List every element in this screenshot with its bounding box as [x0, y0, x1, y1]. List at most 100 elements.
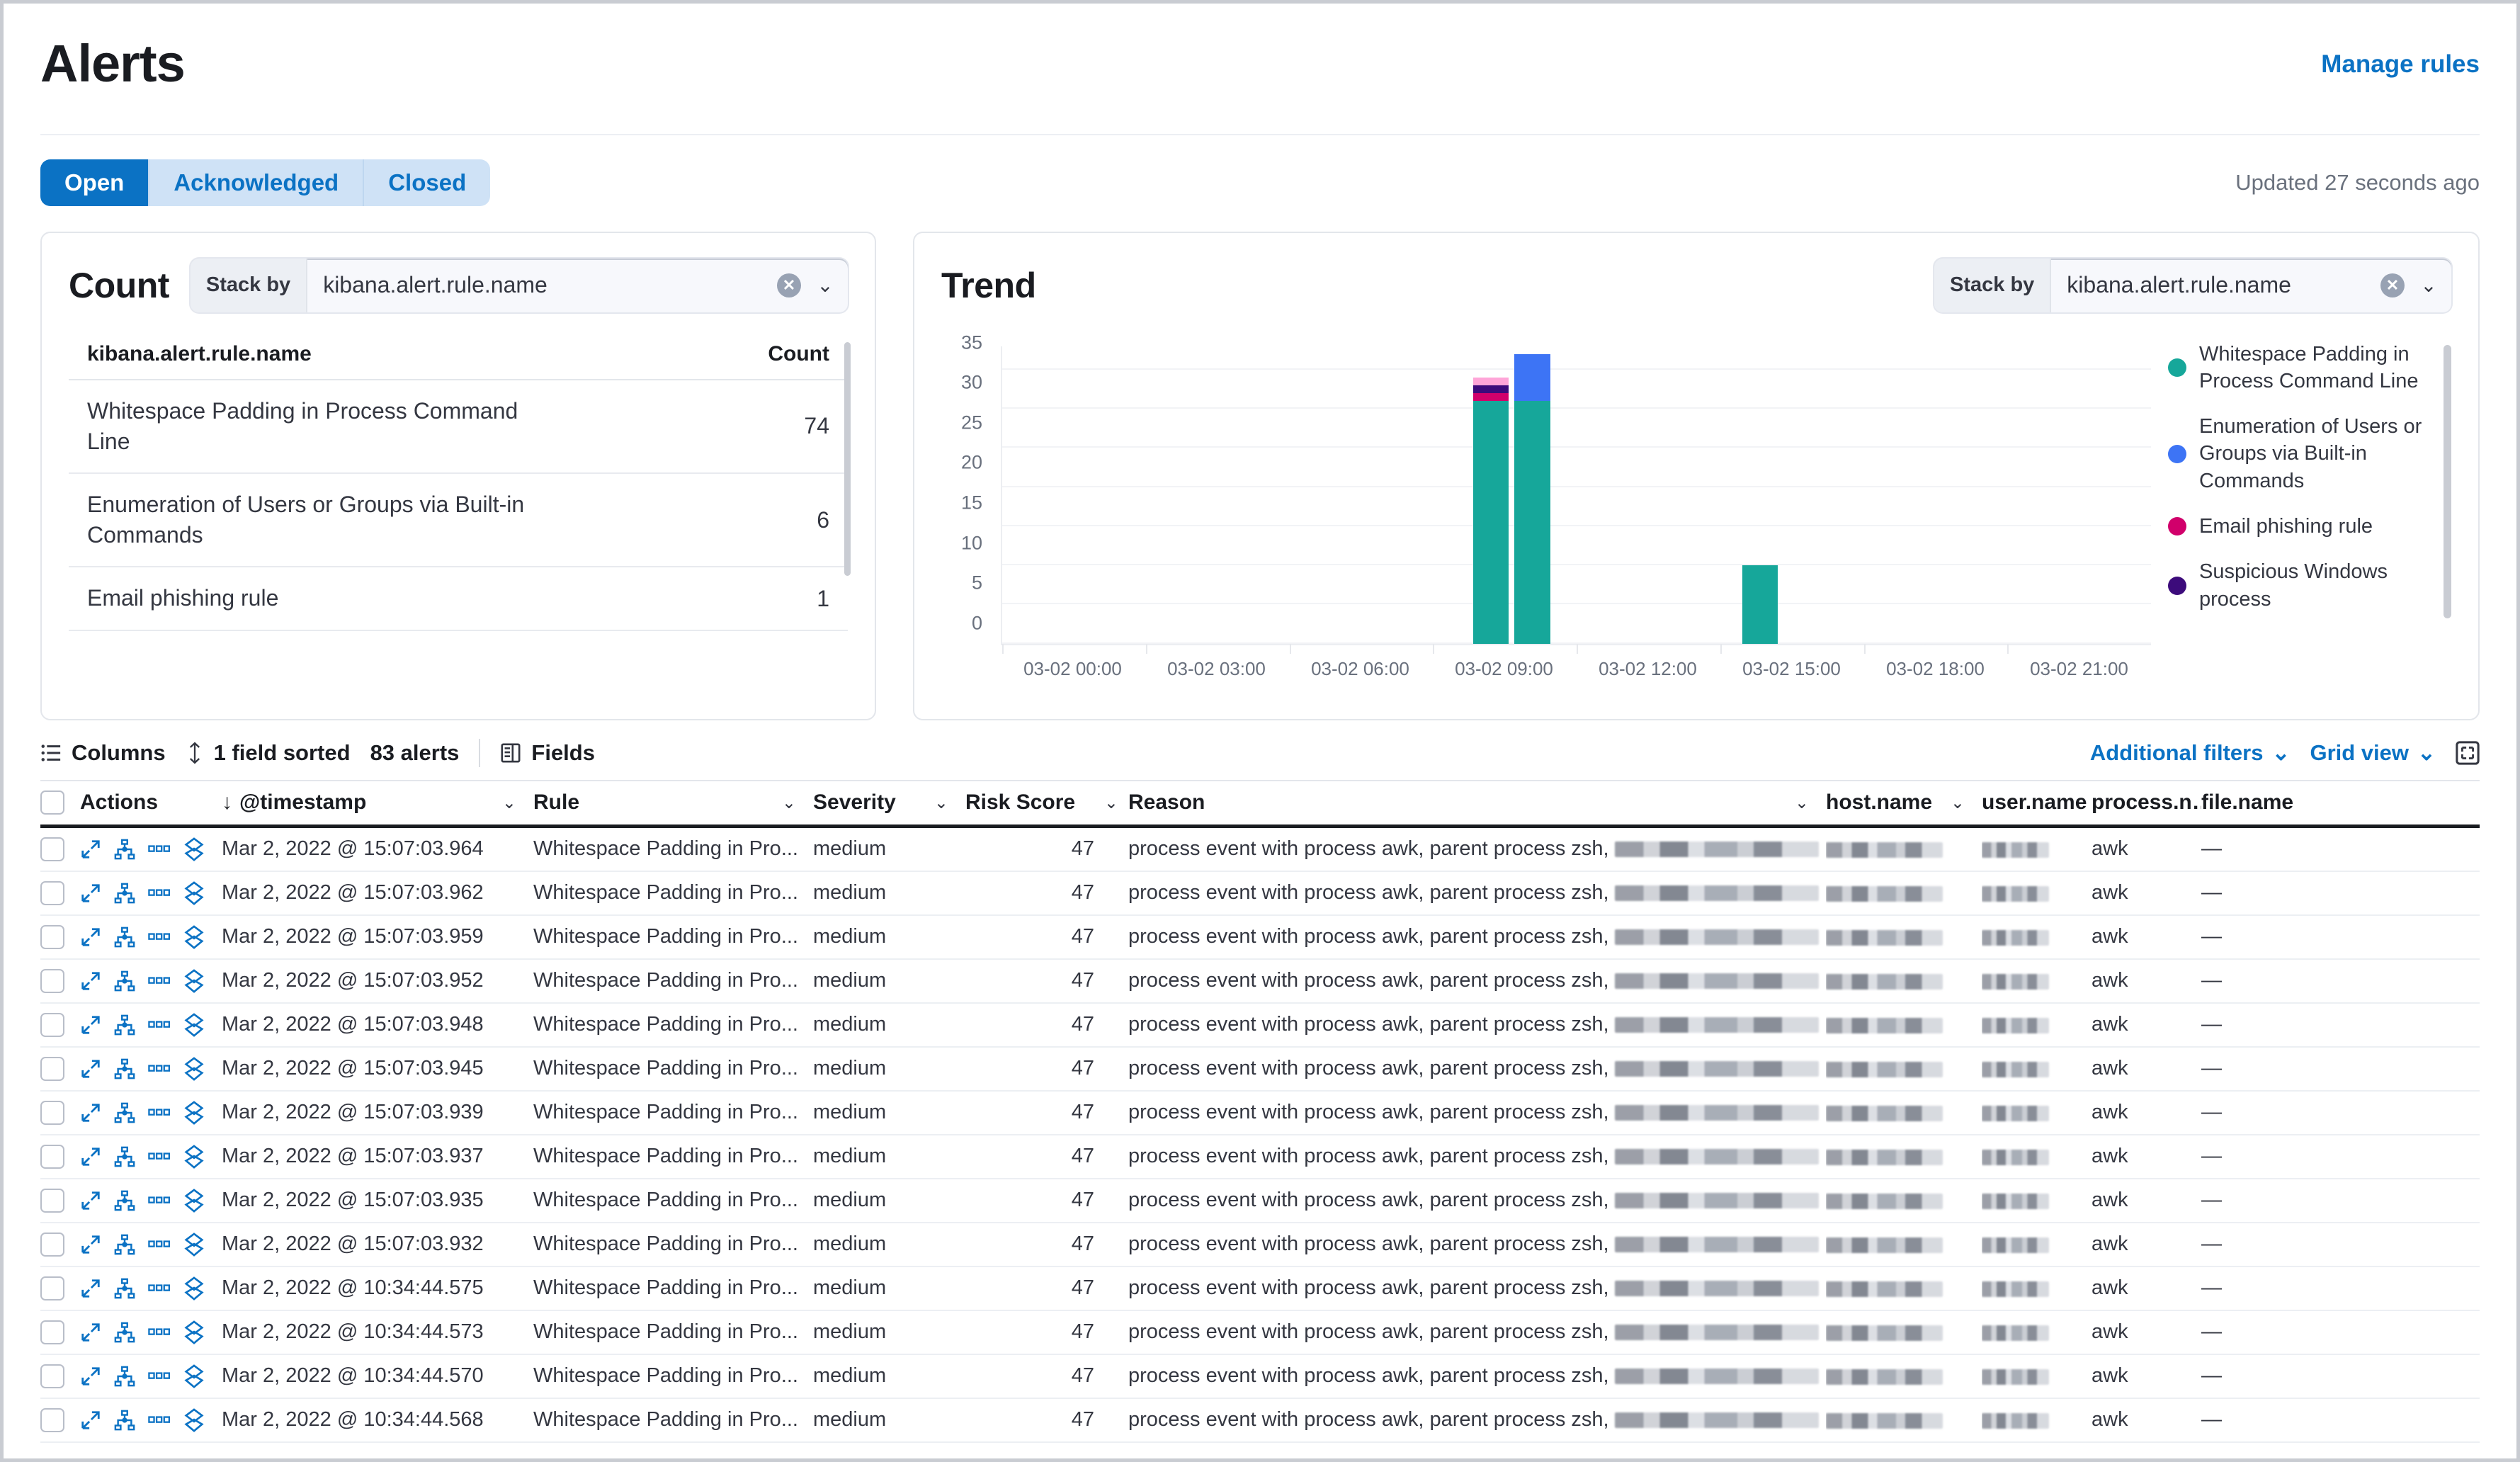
chevron-down-icon[interactable]: ⌄: [811, 273, 839, 297]
expand-icon[interactable]: [80, 1322, 101, 1343]
row-select-checkbox[interactable]: [40, 1232, 64, 1257]
table-row[interactable]: Mar 2, 2022 @ 15:07:03.937 Whitespace Pa…: [40, 1135, 2480, 1179]
row-select-checkbox[interactable]: [40, 1276, 64, 1300]
more-actions-icon[interactable]: [148, 931, 171, 944]
trend-stack-by-value[interactable]: kibana.alert.rule.name: [2051, 272, 2380, 298]
expand-icon[interactable]: [80, 1146, 101, 1167]
count-table-row[interactable]: Whitespace Padding in Process Command Li…: [69, 380, 848, 475]
chevron-down-icon[interactable]: ⌄: [2414, 273, 2443, 297]
status-filter-closed[interactable]: Closed: [364, 159, 490, 206]
legend-item[interactable]: Whitespace Padding in Process Command Li…: [2168, 341, 2433, 395]
legend-scrollbar[interactable]: [2444, 344, 2451, 618]
manage-rules-link[interactable]: Manage rules: [2321, 50, 2480, 79]
more-actions-icon[interactable]: [148, 1326, 171, 1339]
sort-button[interactable]: 1 field sorted: [186, 740, 351, 766]
more-actions-icon[interactable]: [148, 1062, 171, 1075]
chart-bar-segment[interactable]: [1742, 565, 1778, 644]
expand-icon[interactable]: [80, 1102, 101, 1123]
header-host-name[interactable]: host.name ⌄: [1826, 790, 1982, 815]
more-actions-icon[interactable]: [148, 843, 171, 856]
status-filter-acknowledged[interactable]: Acknowledged: [149, 159, 365, 206]
analyzer-icon[interactable]: [114, 1146, 135, 1167]
count-table-scrollbar[interactable]: [844, 341, 851, 576]
chevron-down-icon[interactable]: ⌄: [1795, 793, 1819, 813]
row-select-checkbox[interactable]: [40, 1100, 64, 1125]
table-row[interactable]: Mar 2, 2022 @ 10:34:44.573 Whitespace Pa…: [40, 1311, 2480, 1355]
session-view-icon[interactable]: [183, 1407, 205, 1432]
more-actions-icon[interactable]: [148, 1106, 171, 1119]
expand-icon[interactable]: [80, 1058, 101, 1080]
row-select-checkbox[interactable]: [40, 1407, 64, 1432]
session-view-icon[interactable]: [183, 1056, 205, 1081]
count-table-row[interactable]: Email phishing rule 1: [69, 567, 848, 631]
analyzer-icon[interactable]: [114, 926, 135, 948]
expand-icon[interactable]: [80, 1366, 101, 1387]
fields-button[interactable]: Fields: [500, 740, 595, 766]
chart-bar[interactable]: [1514, 353, 1550, 644]
table-row[interactable]: Mar 2, 2022 @ 10:34:44.568 Whitespace Pa…: [40, 1399, 2480, 1443]
table-row[interactable]: Mar 2, 2022 @ 15:07:03.935 Whitespace Pa…: [40, 1179, 2480, 1223]
analyzer-icon[interactable]: [114, 1058, 135, 1080]
analyzer-icon[interactable]: [114, 839, 135, 860]
expand-icon[interactable]: [80, 839, 101, 860]
header-file-name[interactable]: file.name: [2201, 790, 2308, 815]
legend-item[interactable]: Enumeration of Users or Groups via Built…: [2168, 413, 2433, 494]
table-row[interactable]: Mar 2, 2022 @ 15:07:03.952 Whitespace Pa…: [40, 960, 2480, 1004]
more-actions-icon[interactable]: [148, 1238, 171, 1251]
select-all-checkbox[interactable]: [40, 790, 64, 815]
session-view-icon[interactable]: [183, 968, 205, 993]
table-row[interactable]: Mar 2, 2022 @ 10:34:44.575 Whitespace Pa…: [40, 1267, 2480, 1311]
row-select-checkbox[interactable]: [40, 1056, 64, 1081]
row-select-checkbox[interactable]: [40, 968, 64, 993]
header-severity[interactable]: Severity ⌄: [813, 790, 965, 815]
expand-icon[interactable]: [80, 1234, 101, 1255]
session-view-icon[interactable]: [183, 1276, 205, 1300]
more-actions-icon[interactable]: [148, 1282, 171, 1295]
row-select-checkbox[interactable]: [40, 880, 64, 905]
chevron-down-icon[interactable]: ⌄: [1951, 793, 1975, 813]
chart-bar-segment[interactable]: [1473, 393, 1509, 402]
additional-filters-button[interactable]: Additional filters ⌄: [2090, 740, 2291, 766]
table-row[interactable]: Mar 2, 2022 @ 15:07:03.932 Whitespace Pa…: [40, 1223, 2480, 1267]
more-actions-icon[interactable]: [148, 1414, 171, 1427]
session-view-icon[interactable]: [183, 1320, 205, 1344]
chart-bar[interactable]: [1473, 377, 1509, 644]
table-row[interactable]: Mar 2, 2022 @ 10:34:44.570 Whitespace Pa…: [40, 1355, 2480, 1399]
row-select-checkbox[interactable]: [40, 837, 64, 861]
table-row[interactable]: Mar 2, 2022 @ 15:07:03.948 Whitespace Pa…: [40, 1004, 2480, 1048]
chart-bar-segment[interactable]: [1514, 353, 1550, 402]
expand-icon[interactable]: [80, 926, 101, 948]
header-process-name[interactable]: process.n… ⌄: [2092, 790, 2201, 815]
cross-in-circle-icon[interactable]: ✕: [2380, 273, 2405, 298]
count-table-row[interactable]: Enumeration of Users or Groups via Built…: [69, 474, 848, 568]
grid-view-button[interactable]: Grid view ⌄: [2310, 740, 2436, 766]
analyzer-icon[interactable]: [114, 1410, 135, 1431]
analyzer-icon[interactable]: [114, 1234, 135, 1255]
session-view-icon[interactable]: [183, 880, 205, 905]
cross-in-circle-icon[interactable]: ✕: [777, 273, 801, 298]
row-select-checkbox[interactable]: [40, 1320, 64, 1344]
session-view-icon[interactable]: [183, 1012, 205, 1037]
more-actions-icon[interactable]: [148, 1194, 171, 1207]
chart-bar-segment[interactable]: [1514, 401, 1550, 644]
session-view-icon[interactable]: [183, 1144, 205, 1169]
table-row[interactable]: Mar 2, 2022 @ 15:07:03.962 Whitespace Pa…: [40, 872, 2480, 916]
chevron-down-icon[interactable]: ⌄: [502, 793, 526, 813]
row-select-checkbox[interactable]: [40, 1144, 64, 1169]
table-row[interactable]: Mar 2, 2022 @ 15:07:03.945 Whitespace Pa…: [40, 1048, 2480, 1092]
count-stack-by-value[interactable]: kibana.alert.rule.name: [307, 272, 777, 298]
session-view-icon[interactable]: [183, 1232, 205, 1257]
chevron-down-icon[interactable]: ⌄: [1104, 793, 1128, 813]
more-actions-icon[interactable]: [148, 1019, 171, 1031]
row-select-checkbox[interactable]: [40, 924, 64, 949]
table-row[interactable]: Mar 2, 2022 @ 15:07:03.959 Whitespace Pa…: [40, 916, 2480, 960]
analyzer-icon[interactable]: [114, 1190, 135, 1211]
session-view-icon[interactable]: [183, 924, 205, 949]
legend-item[interactable]: Suspicious Windows process: [2168, 558, 2433, 613]
table-row[interactable]: Mar 2, 2022 @ 15:07:03.964 Whitespace Pa…: [40, 828, 2480, 872]
more-actions-icon[interactable]: [148, 1150, 171, 1163]
expand-icon[interactable]: [80, 1410, 101, 1431]
header-user-name[interactable]: user.name ⌄: [1982, 790, 2092, 815]
analyzer-icon[interactable]: [114, 1014, 135, 1036]
expand-icon[interactable]: [80, 1014, 101, 1036]
